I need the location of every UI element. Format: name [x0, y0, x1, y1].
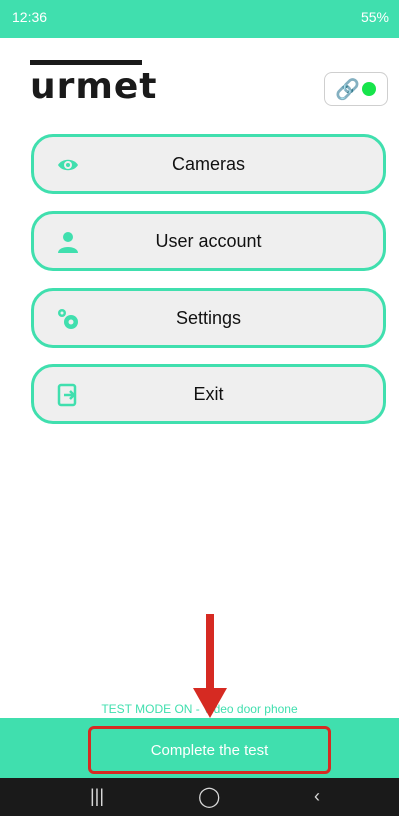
complete-test-label: Complete the test	[150, 742, 269, 759]
connection-status[interactable]: 🔗	[324, 72, 388, 106]
recent-apps-icon[interactable]: |||	[90, 786, 104, 807]
back-icon[interactable]: ‹	[314, 786, 320, 807]
status-battery: 55%	[360, 9, 389, 25]
android-nav-bar: ||| ◯ ‹	[0, 778, 399, 816]
brand-logo-text: urmet	[30, 66, 158, 107]
brand-logo: urmet	[30, 60, 158, 107]
logo-bar	[30, 60, 142, 65]
link-icon: 🔗	[335, 79, 360, 101]
cameras-button[interactable]: Cameras	[31, 134, 386, 194]
annotation-arrow-shaft	[206, 614, 214, 692]
connection-dot-icon	[362, 82, 376, 96]
user-account-label: User account	[155, 231, 262, 251]
settings-label: Settings	[175, 308, 242, 328]
annotation-arrow-head-icon	[193, 688, 227, 718]
home-icon[interactable]: ◯	[198, 784, 220, 809]
status-bar: 12:36 55%	[0, 0, 399, 38]
settings-button[interactable]: Settings	[31, 288, 386, 348]
complete-test-button[interactable]: Complete the test	[88, 726, 331, 774]
exit-label: Exit	[193, 384, 224, 404]
status-time: 12:36	[12, 9, 48, 25]
cameras-label: Cameras	[171, 154, 246, 174]
exit-button[interactable]: Exit	[31, 364, 386, 424]
user-account-button[interactable]: User account	[31, 211, 386, 271]
